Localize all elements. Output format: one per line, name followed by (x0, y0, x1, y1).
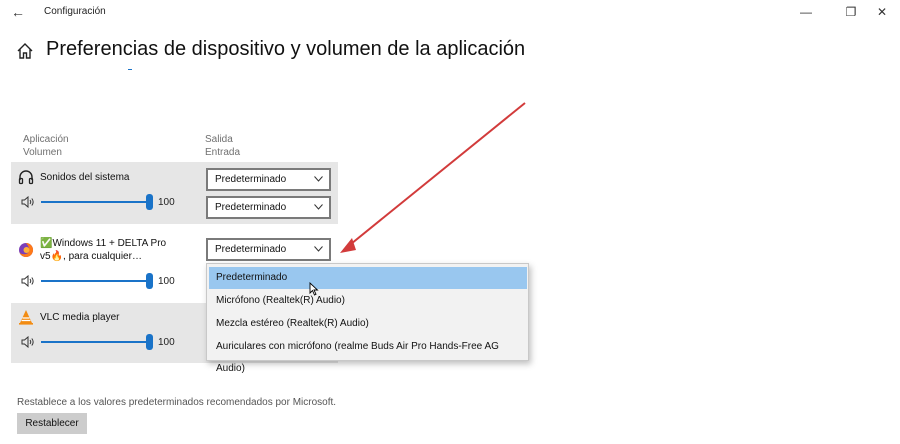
reset-description: Restablece a los valores predeterminados… (17, 397, 337, 408)
annotation-arrow-icon (340, 102, 526, 253)
reset-button[interactable]: Restablecer (17, 413, 87, 434)
